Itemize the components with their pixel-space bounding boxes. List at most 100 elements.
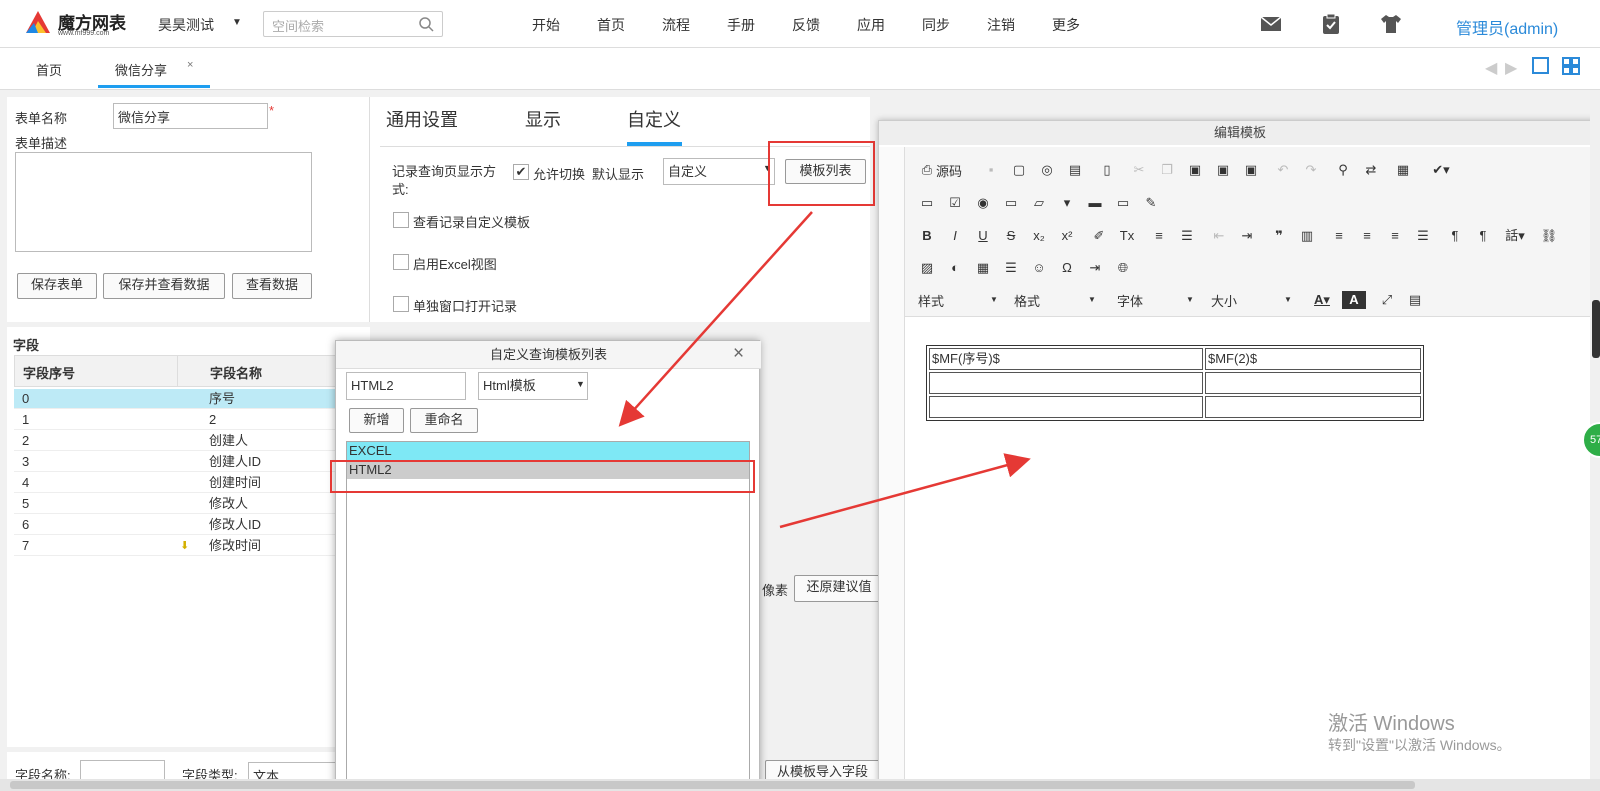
form-desc-textarea[interactable]: [15, 152, 312, 252]
smiley-icon[interactable]: ☺: [1030, 259, 1048, 277]
flash-icon[interactable]: ◐: [946, 259, 964, 277]
preview-icon[interactable]: ◎: [1038, 161, 1056, 179]
table-row[interactable]: 3 创建人ID: [14, 452, 374, 472]
new-page-icon[interactable]: ▢: [1010, 161, 1028, 179]
table-cell[interactable]: [1205, 396, 1421, 418]
replace-icon[interactable]: ⇄: [1362, 161, 1380, 179]
table-cell[interactable]: [929, 372, 1203, 394]
caret-down-icon[interactable]: ▼: [232, 17, 242, 28]
cut-icon[interactable]: ✂: [1130, 161, 1148, 179]
copy-format-icon[interactable]: ✐: [1090, 227, 1108, 245]
show-blocks-icon[interactable]: ▤: [1406, 291, 1424, 309]
strikethrough-icon[interactable]: S: [1002, 227, 1020, 245]
allow-switch-checkbox[interactable]: ✔: [513, 164, 529, 180]
hidden-field-icon[interactable]: ✎: [1142, 194, 1160, 212]
table-cell[interactable]: $MF(序号)$: [929, 348, 1203, 370]
nav-sync[interactable]: 同步: [922, 15, 950, 35]
table-icon[interactable]: ▦: [974, 259, 992, 277]
nav-home[interactable]: 首页: [597, 15, 625, 35]
subscript-icon[interactable]: x₂: [1030, 227, 1048, 245]
table-cell[interactable]: [1205, 372, 1421, 394]
paste-word-icon[interactable]: ▣: [1242, 161, 1260, 179]
arrow-left-icon[interactable]: ◀: [1485, 58, 1497, 78]
iframe-icon[interactable]: 🌐︎: [1114, 259, 1132, 277]
table-cell[interactable]: $MF(2)$: [1205, 348, 1421, 370]
window-icon[interactable]: [1532, 57, 1549, 74]
ltr-icon[interactable]: ¶: [1446, 227, 1464, 245]
template-name-input[interactable]: HTML2: [346, 372, 466, 400]
add-template-button[interactable]: 新增: [349, 408, 404, 433]
template-table[interactable]: $MF(序号)$ $MF(2)$: [926, 345, 1424, 421]
language-icon[interactable]: 話▾: [1502, 227, 1528, 245]
form-name-input[interactable]: 微信分享: [113, 103, 268, 129]
align-right-icon[interactable]: ≡: [1386, 227, 1404, 245]
close-icon[interactable]: ×: [733, 343, 744, 365]
mail-icon[interactable]: [1260, 13, 1282, 35]
save-icon[interactable]: ▪: [982, 161, 1000, 179]
form-icon[interactable]: ▭: [918, 194, 936, 212]
blockquote-icon[interactable]: ❞: [1270, 227, 1288, 245]
undo-icon[interactable]: ↶: [1274, 161, 1292, 179]
special-char-icon[interactable]: Ω: [1058, 259, 1076, 277]
redo-icon[interactable]: ↷: [1302, 161, 1320, 179]
nav-start[interactable]: 开始: [532, 15, 560, 35]
tab-custom[interactable]: 自定义: [627, 106, 681, 132]
indent-icon[interactable]: ⇥: [1238, 227, 1256, 245]
view-data-button[interactable]: 查看数据: [232, 273, 312, 299]
nav-feedback[interactable]: 反馈: [792, 15, 820, 35]
text-color-icon[interactable]: A▾: [1310, 291, 1334, 309]
workspace-selector[interactable]: 昊昊测试: [158, 15, 214, 35]
separate-window-checkbox[interactable]: [393, 296, 409, 312]
nav-more[interactable]: 更多: [1052, 15, 1080, 35]
underline-icon[interactable]: U: [974, 227, 992, 245]
copy-icon[interactable]: ❐: [1158, 161, 1176, 179]
view-custom-template-checkbox[interactable]: [393, 212, 409, 228]
align-center-icon[interactable]: ≡: [1358, 227, 1376, 245]
textfield-icon[interactable]: ▭: [1002, 194, 1020, 212]
table-row[interactable]: 7 ⬇ 修改时间: [14, 536, 374, 556]
excel-view-checkbox[interactable]: [393, 254, 409, 270]
textarea-icon[interactable]: ▱: [1030, 194, 1048, 212]
numbered-list-icon[interactable]: ≡: [1150, 227, 1168, 245]
spellcheck-icon[interactable]: ✔▾: [1426, 161, 1456, 179]
list-item[interactable]: EXCEL: [347, 442, 749, 460]
select-icon[interactable]: ▾: [1058, 194, 1076, 212]
table-row[interactable]: 0 序号: [14, 389, 374, 409]
find-icon[interactable]: ⚲: [1334, 161, 1352, 179]
tab-general[interactable]: 通用设置: [386, 106, 458, 132]
rename-template-button[interactable]: 重命名: [410, 408, 478, 433]
superscript-icon[interactable]: x²: [1058, 227, 1076, 245]
checkbox-icon[interactable]: ☑: [946, 194, 964, 212]
justify-icon[interactable]: ☰: [1414, 227, 1432, 245]
nav-apps[interactable]: 应用: [857, 15, 885, 35]
radio-icon[interactable]: ◉: [974, 194, 992, 212]
tab-wechat-share[interactable]: 微信分享: [115, 60, 167, 79]
nav-manual[interactable]: 手册: [727, 15, 755, 35]
template-icon[interactable]: ▯: [1098, 161, 1116, 179]
nav-flow[interactable]: 流程: [662, 15, 690, 35]
template-type-select[interactable]: Html模板: [478, 372, 588, 400]
remove-format-icon[interactable]: Tx: [1118, 227, 1136, 245]
div-icon[interactable]: ▥: [1298, 227, 1316, 245]
align-left-icon[interactable]: ≡: [1330, 227, 1348, 245]
table-row[interactable]: 12: [14, 410, 374, 430]
restore-default-button[interactable]: 还原建议值: [794, 575, 884, 602]
save-form-button[interactable]: 保存表单: [17, 273, 97, 299]
table-cell[interactable]: [929, 396, 1203, 418]
clipboard-icon[interactable]: [1320, 13, 1342, 35]
table-row[interactable]: 2 创建人: [14, 431, 374, 451]
save-and-view-button[interactable]: 保存并查看数据: [103, 273, 225, 299]
style-combo[interactable]: 样式: [918, 291, 1000, 313]
bg-color-icon[interactable]: A: [1342, 291, 1366, 309]
nav-logout[interactable]: 注销: [987, 15, 1015, 35]
source-button[interactable]: 源码: [936, 161, 962, 180]
image-button-icon[interactable]: ▭: [1114, 194, 1132, 212]
grid-icon[interactable]: [1562, 57, 1580, 75]
table-row[interactable]: 4 创建时间: [14, 473, 374, 493]
maximize-icon[interactable]: ⤢: [1378, 291, 1396, 309]
scrollbar-thumb[interactable]: [10, 781, 1415, 789]
horizontal-line-icon[interactable]: ☰: [1002, 259, 1020, 277]
table-row[interactable]: 6 修改人ID: [14, 515, 374, 535]
link-icon[interactable]: ⛓: [1540, 227, 1558, 245]
shirt-icon[interactable]: [1380, 13, 1402, 35]
